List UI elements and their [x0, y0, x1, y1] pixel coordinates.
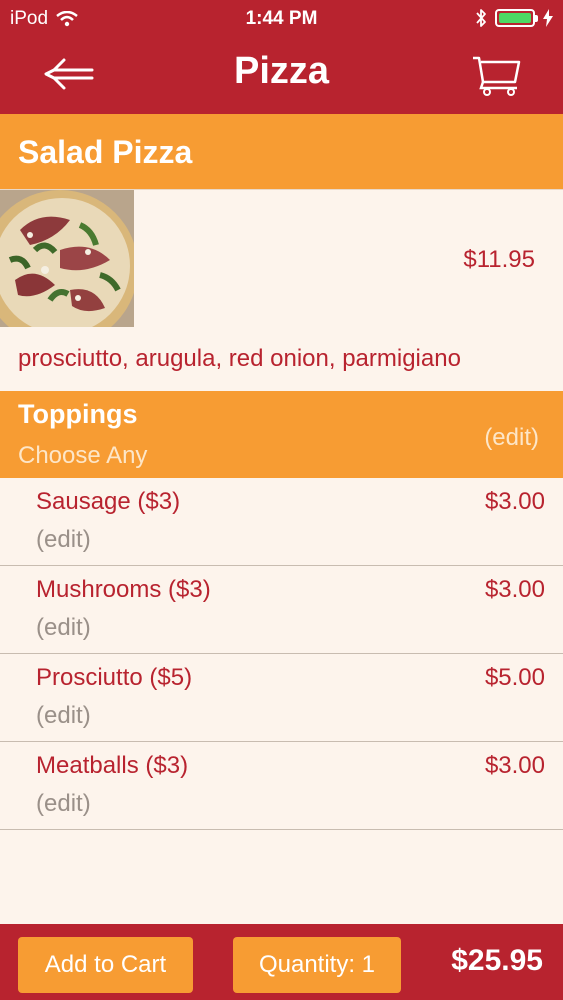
topping-edit-link[interactable]: (edit) [36, 790, 91, 818]
topping-name: Mushrooms ($3) [36, 576, 211, 603]
toppings-title: Toppings [18, 399, 138, 429]
item-description: prosciutto, arugula, red onion, parmigia… [18, 345, 461, 372]
topping-price: $3.00 [484, 488, 545, 515]
bluetooth-icon [476, 9, 486, 27]
toppings-header: Toppings Choose Any (edit) [0, 391, 563, 478]
toppings-edit-link[interactable]: (edit) [484, 424, 539, 452]
topping-price: $3.00 [484, 752, 545, 779]
cart-button[interactable] [471, 52, 523, 96]
topping-name: Meatballs ($3) [36, 752, 189, 779]
navigation-bar: iPod 1:44 PM Pizza [0, 0, 563, 114]
item-price: $11.95 [463, 246, 535, 273]
toppings-subtitle: Choose Any [18, 442, 148, 469]
bottom-toolbar: Add to Cart Quantity: 1 $25.95 [0, 924, 563, 1000]
status-bar: iPod 1:44 PM [0, 0, 563, 38]
topping-price: $5.00 [484, 664, 545, 691]
topping-edit-link[interactable]: (edit) [36, 702, 91, 730]
item-details: $11.95 prosciutto, arugula, red onion, p… [0, 189, 563, 391]
topping-price: $3.00 [484, 576, 545, 603]
topping-name: Prosciutto ($5) [36, 664, 193, 691]
toppings-list: Sausage ($3) $3.00 (edit) Mushrooms ($3)… [0, 478, 563, 830]
add-to-cart-button[interactable]: Add to Cart [18, 937, 193, 993]
battery-icon [495, 9, 538, 27]
topping-edit-link[interactable]: (edit) [36, 526, 91, 554]
status-right [475, 8, 553, 28]
topping-row[interactable]: Meatballs ($3) $3.00 (edit) [0, 742, 563, 830]
item-name: Salad Pizza [18, 134, 193, 170]
topping-row[interactable]: Prosciutto ($5) $5.00 (edit) [0, 654, 563, 742]
topping-row[interactable]: Mushrooms ($3) $3.00 (edit) [0, 566, 563, 654]
quantity-button[interactable]: Quantity: 1 [233, 937, 401, 993]
item-header: Salad Pizza [0, 114, 563, 189]
topping-name: Sausage ($3) [36, 488, 181, 515]
order-total: $25.95 [451, 944, 543, 977]
topping-row[interactable]: Sausage ($3) $3.00 (edit) [0, 478, 563, 566]
pizza-image [0, 190, 134, 327]
topping-edit-link[interactable]: (edit) [36, 614, 91, 642]
shopping-cart-icon [473, 56, 521, 96]
charging-bolt-icon [543, 9, 553, 27]
